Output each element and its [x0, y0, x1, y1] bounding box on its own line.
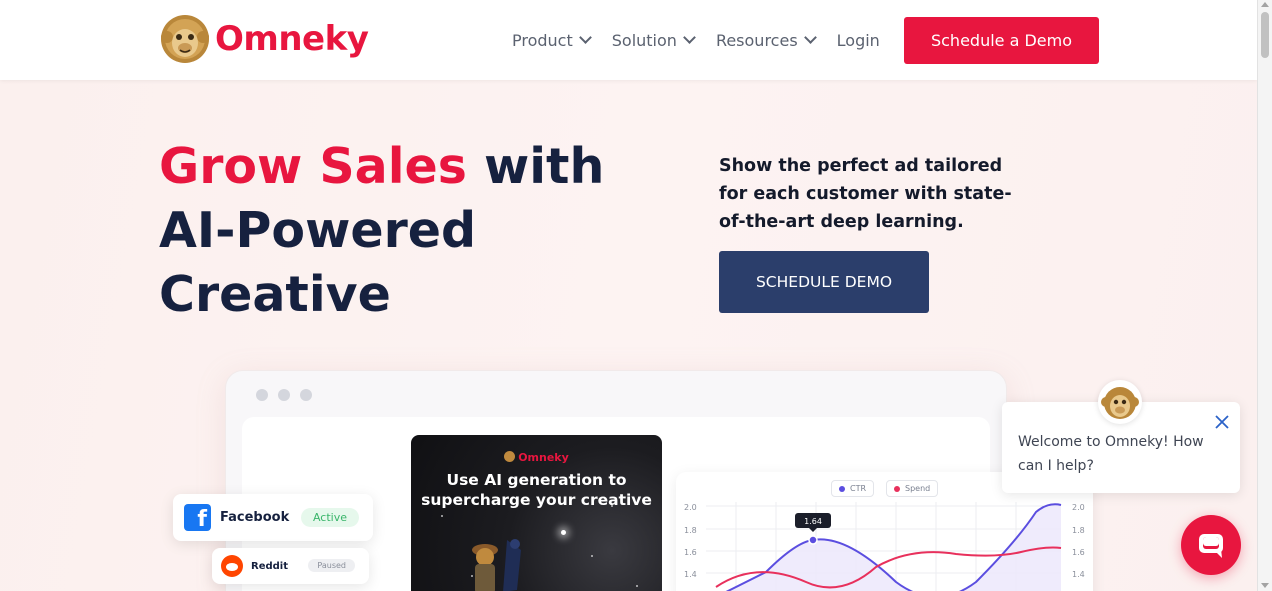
platform-card-reddit: Reddit Paused [212, 548, 369, 584]
chat-launcher-button[interactable] [1181, 515, 1241, 575]
ad-headline-line-2: supercharge your creative [421, 491, 652, 509]
y-tick-left: 1.6 [684, 548, 697, 557]
site-header: Omneky Product Solution Resources Login … [0, 0, 1257, 80]
scroll-thumb[interactable] [1261, 12, 1269, 58]
window-dot [278, 389, 290, 401]
y-tick-right: 1.6 [1072, 548, 1085, 557]
scroll-down-arrow[interactable] [1261, 583, 1269, 588]
hero-schedule-demo-button[interactable]: SCHEDULE DEMO [719, 251, 929, 313]
platform-name: Facebook [220, 510, 290, 525]
chat-message: Welcome to Omneky! How can I help? [1018, 434, 1204, 474]
close-icon[interactable] [1214, 414, 1230, 430]
hero-title-line-2: AI-Powered [159, 202, 477, 259]
schedule-demo-button[interactable]: Schedule a Demo [904, 17, 1099, 64]
window-dots [256, 389, 322, 401]
brand-name: Omneky [215, 19, 369, 59]
monkey-logo-icon [161, 15, 209, 63]
y-tick-left: 1.4 [684, 570, 697, 579]
ad-headline-line-1: Use AI generation to [446, 471, 627, 489]
hero-subtitle: Show the perfect ad tailored for each cu… [719, 156, 1012, 232]
ad-brand-name: Omneky [518, 451, 569, 464]
chevron-down-icon [683, 31, 696, 44]
nav-resources-label: Resources [715, 30, 798, 50]
facebook-icon: f [184, 504, 211, 531]
status-badge-active: Active [300, 508, 359, 527]
nav-resources[interactable]: Resources [715, 30, 817, 50]
y-tick-right: 2.0 [1072, 503, 1085, 512]
astronaut-monkey-illustration [472, 539, 521, 591]
star [561, 530, 566, 535]
chart-tooltip-value: 1.64 [804, 517, 822, 526]
nav-solution[interactable]: Solution [611, 30, 696, 50]
nav-product[interactable]: Product [512, 30, 592, 50]
main-nav: Product Solution Resources Login [512, 0, 901, 80]
page-scrollbar[interactable] [1257, 0, 1272, 591]
scroll-up-arrow[interactable] [1261, 2, 1269, 7]
reddit-icon [221, 555, 243, 577]
hero-title-accent: Grow Sales [159, 138, 467, 195]
star [591, 555, 593, 557]
y-tick-left: 2.0 [684, 503, 697, 512]
star [441, 515, 443, 517]
y-tick-right: 1.4 [1072, 570, 1085, 579]
nav-product-label: Product [512, 30, 573, 50]
platform-card-facebook: f Facebook Active [173, 494, 373, 541]
ad-headline: Use AI generation to supercharge your cr… [411, 470, 662, 510]
hero-title-line-3: Creative [159, 266, 391, 323]
star [636, 585, 638, 587]
brand-logo[interactable]: Omneky [159, 13, 369, 65]
y-tick-left: 1.8 [684, 526, 697, 535]
window-dot [256, 389, 268, 401]
chat-agent-avatar [1098, 380, 1142, 424]
chart-point[interactable] [808, 535, 818, 545]
window-dot [300, 389, 312, 401]
y-tick-right: 1.8 [1072, 526, 1085, 535]
platform-name: Reddit [251, 560, 289, 572]
status-badge-paused: Paused [308, 559, 355, 572]
chevron-down-icon [578, 31, 592, 44]
ad-creative-preview: Omneky Use AI generation to supercharge … [411, 435, 662, 591]
monkey-logo-icon [504, 451, 516, 462]
chat-icon [1199, 534, 1223, 558]
hero-title-part: with [466, 138, 605, 195]
chevron-down-icon [803, 31, 817, 44]
login-link[interactable]: Login [837, 31, 880, 50]
nav-solution-label: Solution [611, 30, 677, 50]
hero-title: Grow Sales with AI-Powered Creative [159, 135, 659, 327]
ad-brand: Omneky [411, 451, 662, 464]
monkey-logo-icon [1101, 387, 1139, 419]
